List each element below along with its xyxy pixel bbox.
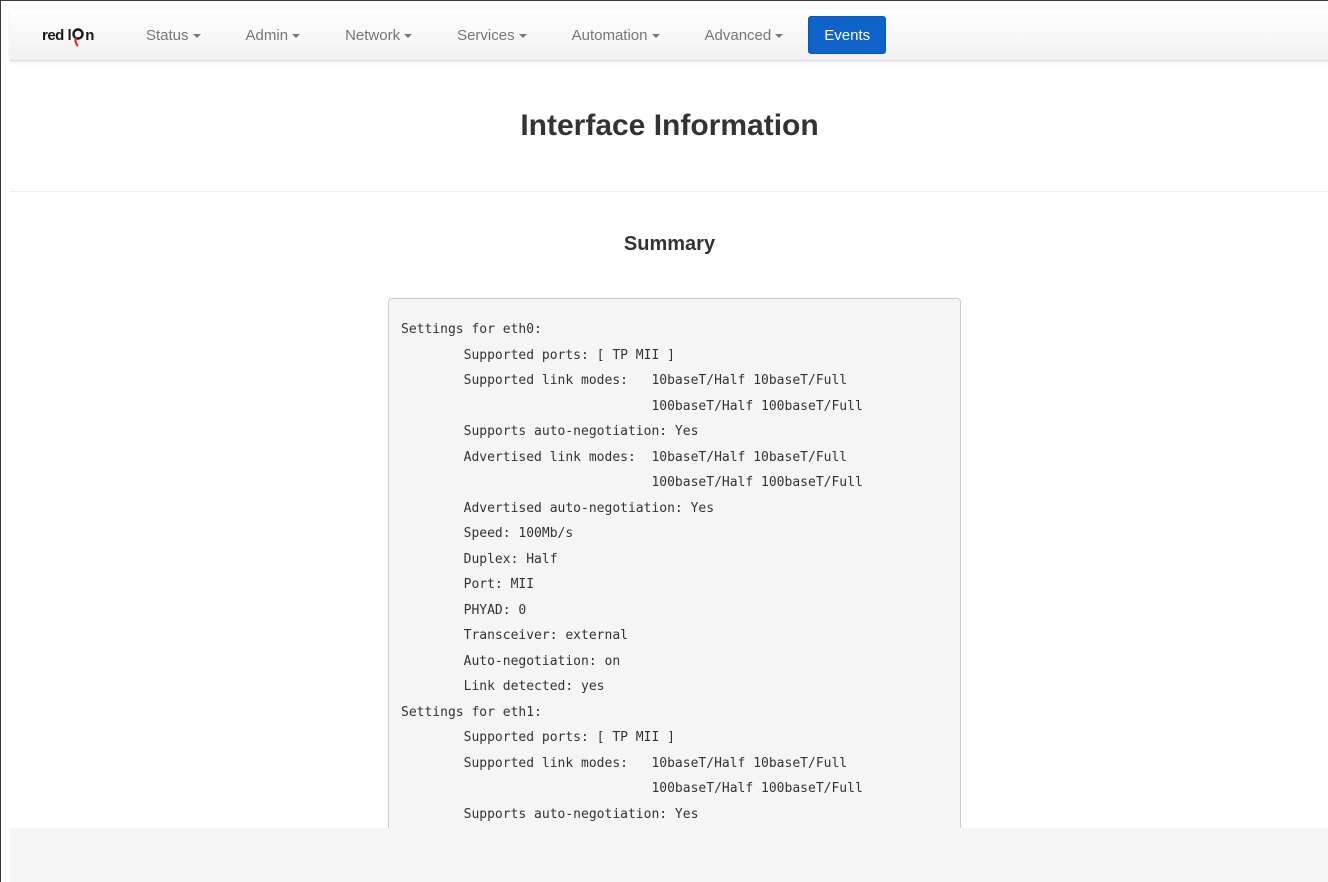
caret-down-icon [404, 34, 413, 38]
nav-services-dropdown[interactable]: Services [429, 9, 544, 61]
nav-status-dropdown[interactable]: Status [118, 9, 218, 61]
nav-network-dropdown[interactable]: Network [317, 9, 429, 61]
nav-automation-label: Automation [571, 26, 648, 44]
page-header: Interface Information [10, 61, 1328, 192]
caret-down-icon [292, 34, 301, 38]
nav-advanced-dropdown[interactable]: Advanced [677, 9, 801, 61]
nav-advanced-label: Advanced [704, 26, 772, 44]
nav-admin-label: Admin [245, 26, 289, 44]
nav-network-label: Network [345, 26, 401, 44]
caret-down-icon [518, 34, 527, 38]
caret-down-icon [651, 34, 660, 38]
nav-automation-dropdown[interactable]: Automation [544, 9, 677, 61]
nav-status-label: Status [146, 26, 189, 44]
caret-down-icon [775, 34, 784, 38]
logo-text-right: n [85, 26, 94, 44]
summary-heading: Summary [623, 233, 716, 255]
interface-settings-output: Settings for eth0: Supported ports: [ TP… [401, 322, 863, 822]
redlion-logo[interactable]: red l n [42, 24, 94, 47]
summary-output-panel[interactable]: Settings for eth0: Supported ports: [ TP… [388, 298, 961, 882]
footer-band [10, 828, 1328, 882]
browser-viewport: red l n Status Admin Network Services Au… [0, 0, 1328, 882]
main-menu: Status Admin Network Services Automation… [118, 9, 887, 61]
events-button[interactable]: Events [808, 16, 887, 54]
page-title: Interface Information [520, 109, 819, 142]
caret-down-icon [192, 34, 201, 38]
nav-admin-dropdown[interactable]: Admin [218, 9, 318, 61]
nav-services-label: Services [457, 26, 515, 44]
lion-mark-icon [72, 25, 84, 47]
top-navbar: red l n Status Admin Network Services Au… [10, 9, 1328, 61]
logo-text-left: red l [42, 26, 72, 44]
